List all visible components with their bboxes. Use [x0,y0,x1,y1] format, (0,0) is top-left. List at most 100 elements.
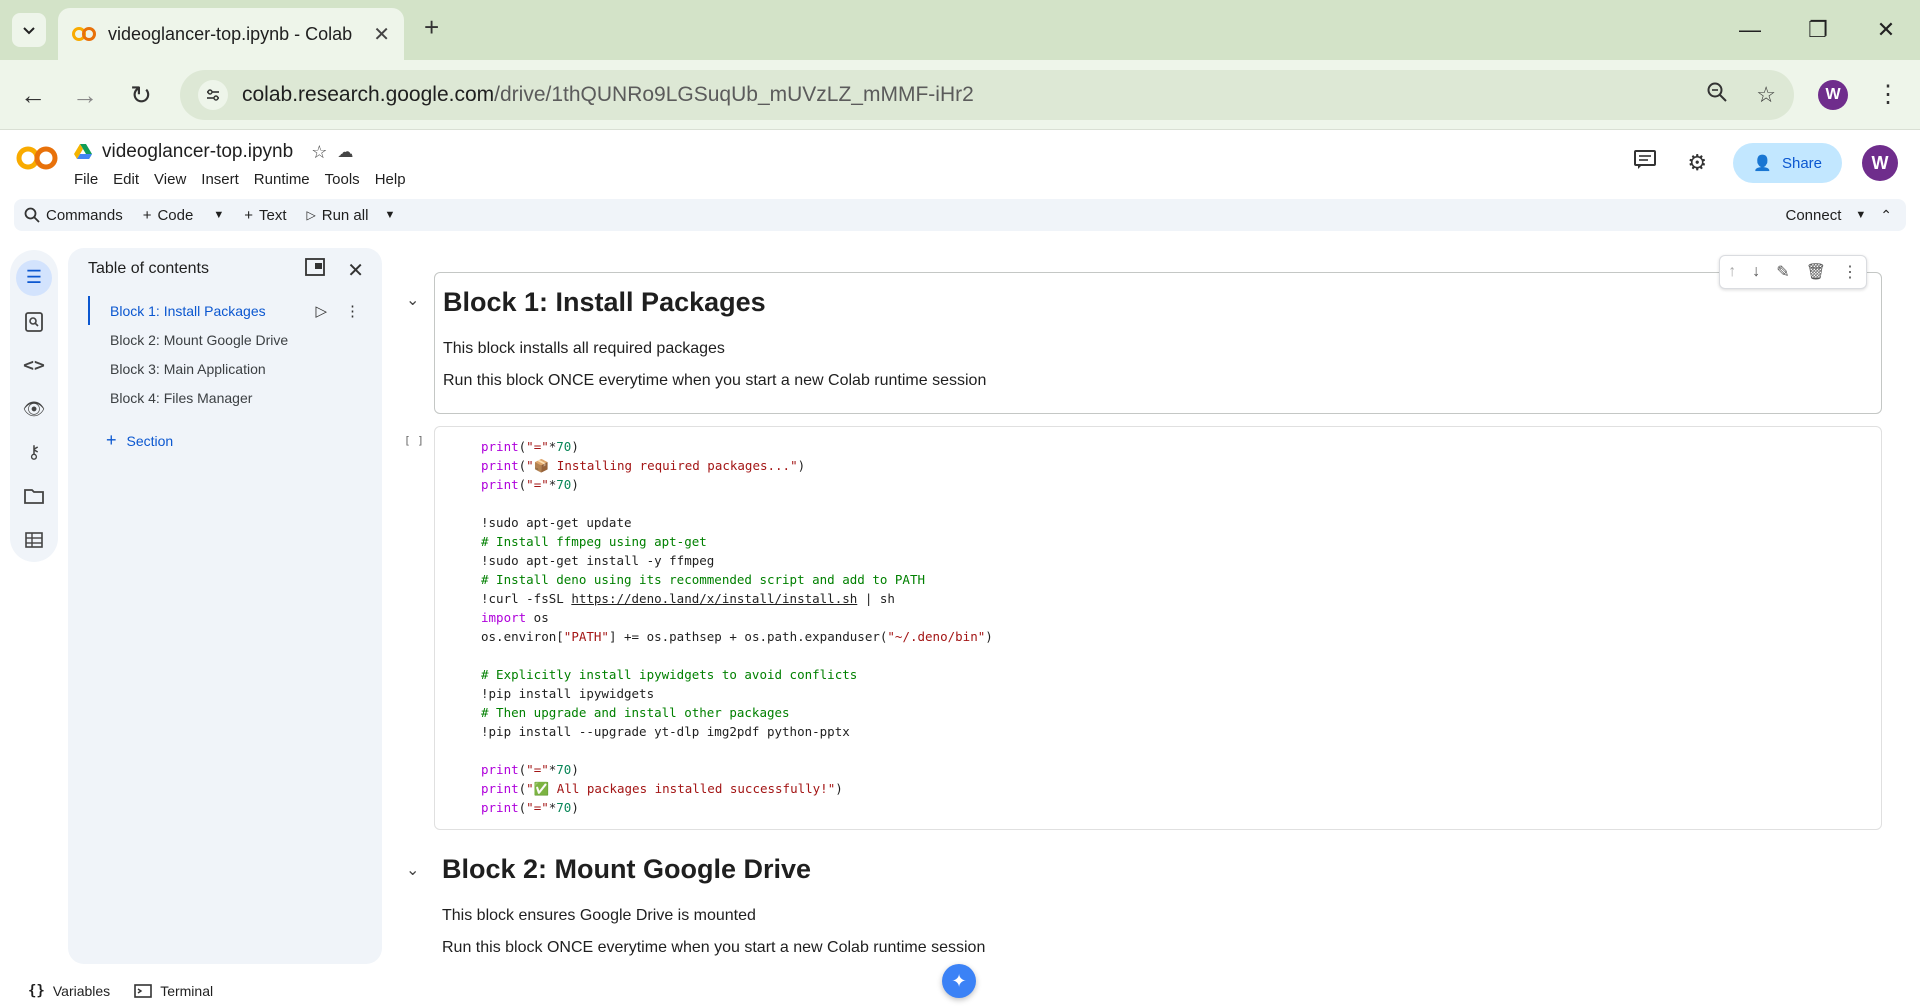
toc-item-block-2[interactable]: Block 2: Mount Google Drive [88,325,368,354]
code-line: import os [481,610,549,625]
gemini-sparkle-icon[interactable]: ✦ [942,964,976,998]
move-up-icon[interactable]: ↑ [1728,263,1736,281]
close-icon[interactable]: ✕ [373,22,390,47]
menu-view[interactable]: View [154,171,186,188]
notebook-toolbar: Commands + Code ▼ + Text ▷ Run all ▼ Con… [14,199,1906,231]
collapse-section-chevron-icon[interactable]: ⌄ [406,290,419,310]
key-icon[interactable]: ⚷ [16,435,52,471]
move-down-icon[interactable]: ↓ [1752,263,1760,281]
menu-runtime[interactable]: Runtime [254,171,310,188]
code-line: # Explicitly install ipywidgets to avoid… [481,667,858,682]
user-avatar[interactable]: W [1862,145,1898,181]
connect-button[interactable]: Connect [1786,207,1842,224]
code-line: !sudo apt-get update [481,515,632,530]
comments-icon[interactable] [1629,150,1661,176]
edit-pencil-icon[interactable]: ✎ [1776,262,1789,282]
code-line: # Install ffmpeg using apt-get [481,534,707,549]
star-icon[interactable]: ☆ [311,142,327,163]
cell-paragraph: Run this block ONCE everytime when you s… [442,939,986,956]
menu-tools[interactable]: Tools [325,171,360,188]
cloud-icon[interactable]: ☁ [337,142,353,162]
code-line: os.environ["PATH"] += os.pathsep + os.pa… [481,629,993,644]
cell-heading: Block 1: Install Packages [443,287,766,317]
folder-icon[interactable] [16,479,52,515]
code-line: !pip install ipywidgets [481,686,655,701]
code-line: # Then upgrade and install other package… [481,705,790,720]
notebook-title[interactable]: videoglancer-top.ipynb [102,141,293,163]
share-button[interactable]: 👤 Share [1733,143,1842,183]
tab-title: videoglancer-top.ipynb - Colab [108,23,353,44]
colab-favicon-icon [72,27,96,41]
collapse-section-chevron-icon[interactable]: ⌄ [406,860,419,880]
run-all-button[interactable]: ▷ Run all ▼ [297,207,406,224]
menu-insert[interactable]: Insert [201,171,239,188]
tab-search-button[interactable] [12,13,46,47]
reload-button[interactable]: ↻ [126,80,156,110]
variables-button[interactable]: {} Variables [28,983,110,999]
new-tab-button[interactable]: + [424,14,439,40]
open-in-tab-icon[interactable] [305,258,326,283]
code-editor[interactable]: print("="*70) print("📦 Installing require… [481,437,1881,817]
minimize-button[interactable]: — [1716,0,1784,60]
code-line: !pip install --upgrade yt-dlp img2pdf py… [481,724,850,739]
url-text[interactable]: colab.research.google.com/drive/1thQUNRo… [242,83,1706,107]
restore-button[interactable]: ❐ [1784,0,1852,60]
cell-toolbar: ↑ ↓ ✎ 🗑 ⋮ [1719,255,1867,289]
bookmark-star-icon[interactable]: ☆ [1756,82,1776,108]
colab-header: videoglancer-top.ipynb ☆ ☁ File Edit Vie… [0,131,1920,195]
forward-button[interactable]: → [70,80,100,110]
execution-count[interactable]: [ ] [404,434,424,447]
commands-button[interactable]: Commands [14,207,133,224]
text-cell-block-2[interactable]: Block 2: Mount Google Drive This block e… [434,844,1882,964]
toc-icon[interactable]: ☰ [16,260,52,296]
chevron-down-icon[interactable]: ▼ [213,209,224,221]
browser-profile-avatar[interactable]: W [1818,80,1848,110]
add-code-button[interactable]: + Code ▼ [133,207,235,224]
close-window-button[interactable]: ✕ [1852,0,1920,60]
menu-help[interactable]: Help [375,171,406,188]
toc-panel: Table of contents ✕ Block 1: Install Pac… [68,248,382,964]
code-line: print("="*70) [481,800,579,815]
code-snippets-icon[interactable]: <> [16,347,52,383]
code-cell-install[interactable]: print("="*70) print("📦 Installing require… [434,426,1882,830]
site-info-icon[interactable] [198,80,228,110]
find-icon[interactable] [16,304,52,340]
delete-trash-icon[interactable]: 🗑 [1806,262,1826,282]
add-section-button[interactable]: + Section [106,430,173,451]
settings-gear-icon[interactable]: ⚙ [1681,150,1713,176]
add-text-button[interactable]: + Text [234,207,296,224]
more-vert-icon[interactable]: ⋮ [1842,262,1858,282]
code-line: print("="*70) [481,439,579,454]
braces-icon: {} [28,983,45,999]
toc-title: Table of contents [88,260,209,277]
terminal-button[interactable]: Terminal [134,983,213,999]
toc-item-block-4[interactable]: Block 4: Files Manager [88,383,368,412]
cell-heading: Block 2: Mount Google Drive [442,854,812,884]
browser-tab-active[interactable]: videoglancer-top.ipynb - Colab ✕ [58,8,404,60]
toc-item-block-1[interactable]: Block 1: Install Packages ▷ ⋮ [88,296,368,325]
colab-logo-icon[interactable] [16,145,58,171]
collapse-header-icon[interactable]: ⌃ [1880,207,1892,224]
menu-edit[interactable]: Edit [113,171,139,188]
browser-toolbar: ← → ↻ colab.research.google.com/drive/1t… [0,60,1920,130]
toc-item-block-3[interactable]: Block 3: Main Application [88,354,368,383]
toc-list: Block 1: Install Packages ▷ ⋮ Block 2: M… [88,296,368,412]
cell-paragraph: This block installs all required package… [443,340,725,357]
chevron-down-icon[interactable]: ▼ [384,209,395,221]
connect-dropdown-icon[interactable]: ▼ [1855,209,1866,221]
run-section-play-icon[interactable]: ▷ [315,302,327,320]
zoom-icon[interactable] [1706,81,1728,109]
back-button[interactable]: ← [18,80,48,110]
notebook-area: ⌄ ↑ ↓ ✎ 🗑 ⋮ Block 1: Install Packages Th… [388,248,1908,964]
cell-paragraph: Run this block ONCE everytime when you s… [443,372,987,389]
secrets-eye-icon[interactable]: 👁 [16,391,52,427]
data-table-icon[interactable] [16,522,52,558]
text-cell-block-1[interactable]: ↑ ↓ ✎ 🗑 ⋮ Block 1: Install Packages This… [434,255,1882,414]
address-bar[interactable]: colab.research.google.com/drive/1thQUNRo… [180,70,1794,120]
browser-menu-icon[interactable]: ⋮ [1876,80,1900,110]
menu-file[interactable]: File [74,171,98,188]
close-icon[interactable]: ✕ [347,258,364,283]
more-vert-icon[interactable]: ⋮ [345,302,360,320]
